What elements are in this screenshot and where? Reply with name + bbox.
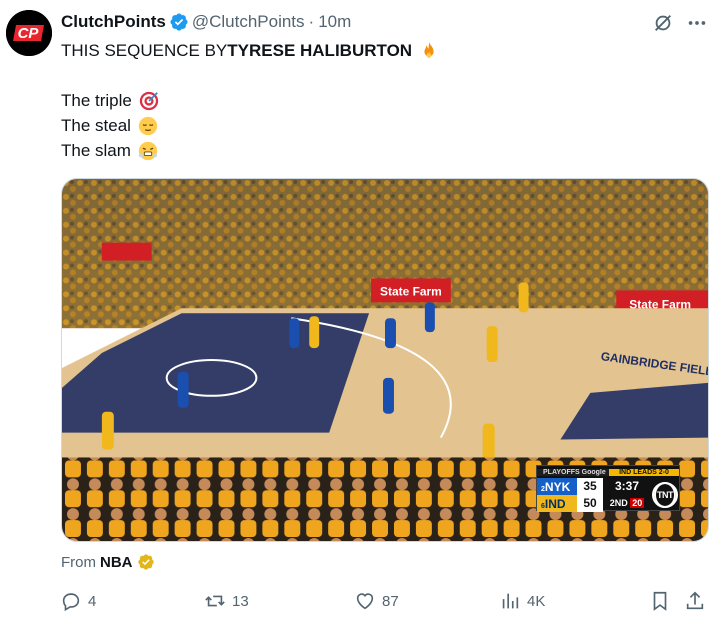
share-icon <box>686 591 704 610</box>
scorebug-row-ind: 6IND 50 <box>537 495 603 512</box>
network-logo: TNT <box>651 478 679 512</box>
relieved-face-emoji-icon <box>138 116 158 135</box>
retweet-icon <box>205 595 225 607</box>
tweet-line-1-bold: TYRESE HALIBURTON <box>227 41 413 60</box>
ad-board-left-text: State Farm <box>380 284 442 298</box>
tweet-line-4-text: The steal <box>61 116 131 135</box>
tweet-line-1: THIS SEQUENCE BY TYRESE HALIBURTON <box>61 38 701 63</box>
more-options-icon[interactable] <box>686 12 708 34</box>
scorebug-series: IND LEADS 2-0 <box>609 468 679 476</box>
avatar-text: CP <box>18 25 40 42</box>
tweet-line-3: The triple <box>61 88 701 113</box>
reply-button[interactable]: 4 <box>60 588 96 614</box>
source-name[interactable]: NBA <box>100 554 133 571</box>
tweet-line-5: The slam <box>61 138 701 163</box>
team2-score: 50 <box>577 495 603 512</box>
tweet-spacer <box>61 63 701 88</box>
source-attribution: From NBA <box>61 553 155 571</box>
tweet-line-5-text: The slam <box>61 141 131 160</box>
source-label: From <box>61 553 96 571</box>
retweet-button[interactable]: 13 <box>204 588 249 614</box>
game-clock: 3:37 <box>614 479 640 493</box>
team1-name: NYK <box>544 479 571 494</box>
views-chart-icon <box>502 593 519 609</box>
network-name: TNT <box>654 482 676 508</box>
scorebug-brand-text: PLAYOFFS <box>543 468 580 476</box>
tweet-line-3-text: The triple <box>61 91 132 110</box>
bookmark-button[interactable] <box>649 588 671 614</box>
avatar[interactable]: CP <box>6 10 52 56</box>
tweet-header: ClutchPoints @ClutchPoints · 10m <box>61 12 351 32</box>
verified-badge-icon[interactable] <box>169 12 189 32</box>
steam-face-emoji-icon <box>138 141 158 160</box>
heart-icon <box>356 593 374 610</box>
author-handle[interactable]: @ClutchPoints <box>192 12 305 32</box>
tweet-line-1-prefix: THIS SEQUENCE BY <box>61 41 228 60</box>
views-button[interactable]: 4K <box>499 588 545 614</box>
grok-icon[interactable] <box>652 12 674 34</box>
like-count: 87 <box>382 592 399 610</box>
team1-score: 35 <box>577 478 603 495</box>
shot-clock: 20 <box>630 498 645 508</box>
separator-dot: · <box>308 12 315 31</box>
bookmark-icon <box>653 591 667 611</box>
target-emoji-icon <box>139 91 159 110</box>
game-period: 2ND <box>609 498 628 508</box>
post-time[interactable]: 10m <box>318 12 351 32</box>
scorebug-brand-sub: Google <box>581 468 606 476</box>
view-count: 4K <box>527 592 546 610</box>
scorebug-row-nyk: 2NYK 35 <box>537 478 603 495</box>
scorebug: PLAYOFFS Google IND LEADS 2-0 2NYK 35 6I… <box>536 465 680 512</box>
share-button[interactable] <box>684 588 706 614</box>
clutchpoints-logo: CP <box>6 10 52 56</box>
retweet-count: 13 <box>232 592 249 610</box>
tweet-line-4: The steal <box>61 113 701 138</box>
display-name[interactable]: ClutchPoints <box>61 12 166 32</box>
action-bar: 4 13 87 4K <box>60 588 710 614</box>
team2-name: IND <box>544 496 566 511</box>
tweet-text: THIS SEQUENCE BY TYRESE HALIBURTON The t… <box>61 38 701 163</box>
scorebug-brand: PLAYOFFS Google <box>537 468 609 476</box>
gold-verified-badge-icon[interactable] <box>137 553 155 571</box>
reply-icon <box>62 593 80 612</box>
like-button[interactable]: 87 <box>354 588 399 614</box>
fire-emoji-icon <box>424 41 434 58</box>
reply-count: 4 <box>88 592 97 610</box>
tweet-media[interactable]: State Farm State Farm GAINBRIDGE FIELDHO… <box>61 178 709 542</box>
